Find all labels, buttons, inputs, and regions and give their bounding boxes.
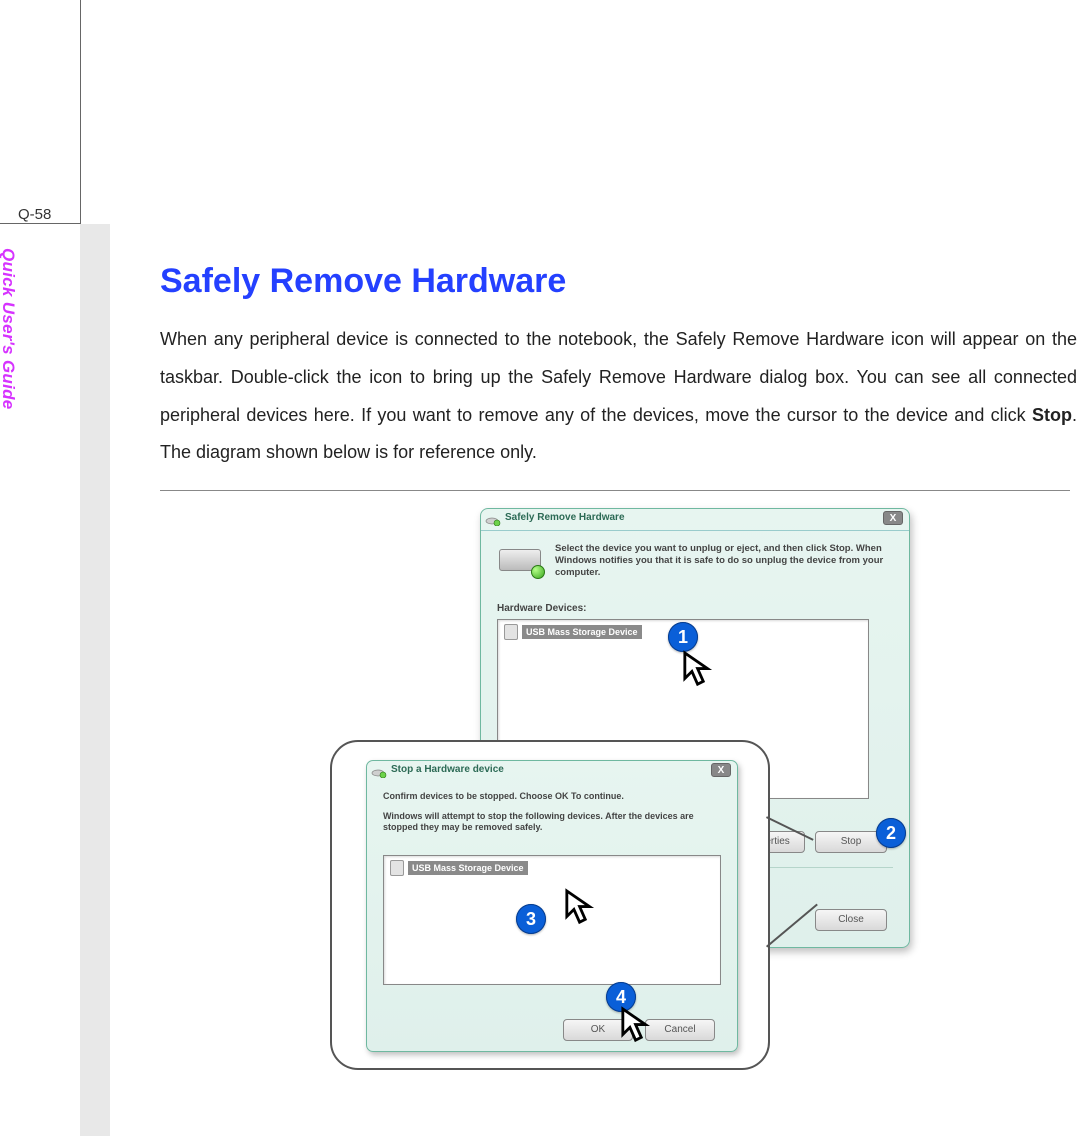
step-badge-2: 2 — [876, 818, 906, 848]
cursor-icon — [682, 650, 716, 690]
dialog-titlebar: Safely Remove Hardware X — [481, 509, 909, 531]
cursor-icon — [620, 1006, 654, 1046]
diagram-area: Safely Remove Hardware X Select the devi… — [330, 500, 930, 1090]
dialog-title: Safely Remove Hardware — [505, 512, 625, 523]
eject-icon — [485, 512, 501, 526]
stop-dialog-body: Confirm devices to be stopped. Choose OK… — [383, 791, 721, 842]
stop-line-2: Windows will attempt to stop the followi… — [383, 811, 721, 834]
content-area: Safely Remove Hardware When any peripher… — [160, 262, 1077, 491]
guidance-text: Select the device you want to unplug or … — [555, 543, 893, 579]
margin-rule-horizontal — [0, 223, 80, 224]
list-item-label: USB Mass Storage Device — [408, 861, 528, 875]
stop-hardware-dialog: Stop a Hardware device X Confirm devices… — [366, 760, 738, 1052]
close-button[interactable]: X — [883, 511, 903, 525]
callout-bubble: Stop a Hardware device X Confirm devices… — [330, 740, 770, 1070]
list-item[interactable]: USB Mass Storage Device — [390, 860, 528, 876]
body-paragraph: When any peripheral device is connected … — [160, 321, 1077, 472]
step-badge-1: 1 — [668, 622, 698, 652]
cursor-icon — [564, 888, 598, 928]
side-tab-label: Quick User's Guide — [0, 248, 18, 448]
close-dialogs-button[interactable]: Close — [815, 909, 887, 931]
content-separator — [160, 490, 1070, 491]
eject-icon — [371, 764, 387, 778]
side-tab-background — [80, 224, 110, 1136]
dialog-title: Stop a Hardware device — [391, 764, 504, 775]
list-item-label: USB Mass Storage Device — [522, 625, 642, 639]
drive-icon — [504, 624, 518, 640]
page-title: Safely Remove Hardware — [160, 262, 1077, 301]
body-text-bold: Stop — [1032, 405, 1072, 425]
page-number: Q-58 — [18, 206, 51, 223]
left-margin: Q-58 — [0, 0, 80, 1136]
list-item[interactable]: USB Mass Storage Device — [504, 624, 642, 640]
drive-icon — [390, 860, 404, 876]
cancel-button[interactable]: Cancel — [645, 1019, 715, 1041]
hardware-devices-label: Hardware Devices: — [497, 603, 587, 614]
status-dot-icon — [531, 565, 545, 579]
close-button[interactable]: X — [711, 763, 731, 777]
guidance-row: Select the device you want to unplug or … — [497, 543, 893, 579]
stop-device-list[interactable]: USB Mass Storage Device — [383, 855, 721, 985]
step-badge-3: 3 — [516, 904, 546, 934]
body-text-pre: When any peripheral device is connected … — [160, 329, 1077, 425]
stop-line-1: Confirm devices to be stopped. Choose OK… — [383, 791, 721, 803]
